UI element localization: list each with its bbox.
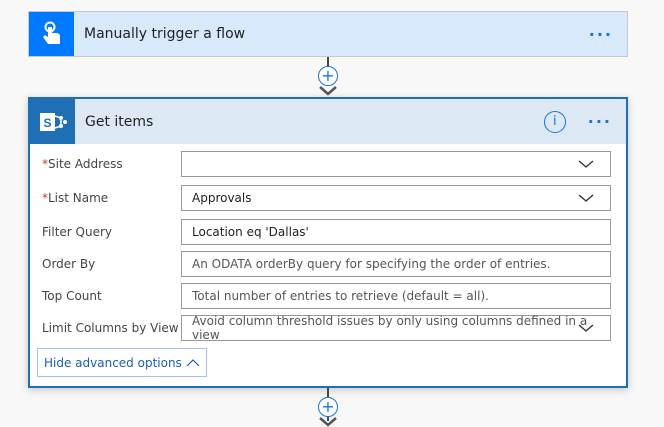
field-list-name: *List Name Approvals [30, 185, 626, 211]
field-label: Site Address [48, 157, 123, 171]
svg-text:S: S [43, 116, 51, 130]
info-icon[interactable]: i [543, 110, 566, 133]
field-filter-query: Filter Query Location eq 'Dallas' [30, 219, 626, 245]
field-site-address: *Site Address [30, 151, 626, 177]
field-order-by: Order By An ODATA orderBy query for spec… [30, 251, 626, 277]
hand-pointer-icon [29, 12, 74, 56]
insert-step-button[interactable]: + [318, 66, 338, 86]
filter-query-input[interactable]: Location eq 'Dallas' [181, 219, 611, 245]
field-label: Filter Query [42, 225, 113, 239]
card-header[interactable]: S Get items i ··· [30, 99, 626, 144]
arrow-down-icon [319, 86, 337, 96]
order-by-input[interactable]: An ODATA orderBy query for specifying th… [181, 251, 611, 277]
field-label: Limit Columns by View [42, 321, 179, 335]
field-label: Order By [42, 257, 96, 271]
chevron-down-icon [578, 324, 594, 332]
top-count-input[interactable]: Total number of entries to retrieve (def… [181, 283, 611, 309]
more-options-icon[interactable]: ··· [588, 112, 612, 131]
chevron-up-icon [186, 358, 200, 366]
field-limit-columns: Limit Columns by View Avoid column thres… [30, 314, 626, 342]
hide-advanced-options-button[interactable]: Hide advanced options [37, 348, 207, 377]
arrow-down-icon [319, 417, 337, 427]
limit-columns-dropdown[interactable]: Avoid column threshold issues by only us… [181, 314, 611, 342]
get-items-card: S Get items i ··· *Site Address *List Na… [28, 97, 628, 388]
field-top-count: Top Count Total number of entries to ret… [30, 283, 626, 309]
sharepoint-icon: S [30, 99, 75, 144]
trigger-title: Manually trigger a flow [84, 26, 246, 42]
more-options-icon[interactable]: ··· [589, 25, 613, 44]
trigger-card[interactable]: Manually trigger a flow ··· [28, 11, 628, 57]
chevron-down-icon [578, 194, 594, 202]
site-address-dropdown[interactable] [181, 151, 611, 177]
field-label: Top Count [42, 289, 102, 303]
insert-step-button[interactable]: + [318, 397, 338, 417]
chevron-down-icon [578, 160, 594, 168]
action-title: Get items [85, 113, 154, 130]
field-label: List Name [48, 191, 109, 205]
list-name-dropdown[interactable]: Approvals [181, 185, 611, 211]
